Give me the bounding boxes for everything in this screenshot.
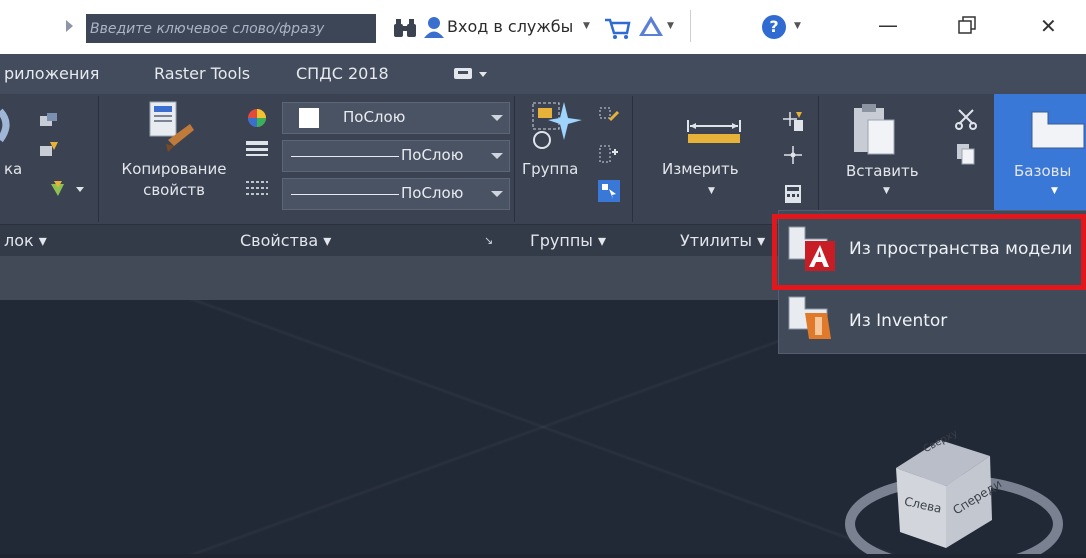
point-icon[interactable] [782,144,804,170]
menu-item-label: Из Inventor [849,311,948,331]
chevron-down-icon[interactable]: ▼ [883,186,890,196]
block-edit-icon[interactable] [38,140,60,164]
copy-props-label-2[interactable]: свойств [114,181,234,199]
ribbon-display-toggle-icon[interactable] [453,66,489,86]
chevron-down-icon: ▼ [1051,186,1058,196]
linetype-icon[interactable] [245,178,269,204]
measure-icon[interactable] [686,114,742,150]
panel-title-groups[interactable]: Группы ▾ [530,231,606,250]
paste-icon[interactable] [852,102,896,160]
a360-dropdown-icon[interactable]: ▼ [667,21,674,31]
lineweight-combo[interactable]: ПоСлою [282,178,510,210]
panel-separator [818,96,819,222]
measure-label[interactable]: Измерить [662,160,739,178]
signin-label[interactable]: Вход в службы [447,17,573,36]
block-create-icon[interactable] [38,110,60,134]
chevron-down-icon [491,153,503,159]
cart-icon[interactable] [603,16,631,44]
copy-props-label-1[interactable]: Копирование [114,160,234,178]
close-button[interactable]: ✕ [1040,14,1057,38]
linetype-combo-value: ПоСлою [401,146,464,164]
tab-raster-tools[interactable]: Raster Tools [154,64,250,83]
chevron-down-icon [491,115,503,121]
cut-icon[interactable] [955,108,977,134]
tab-applications[interactable]: риложения [4,64,99,83]
chevron-down-icon [491,191,503,197]
color-combo-value: ПоСлою [343,108,406,126]
highlight-box [772,214,1086,290]
restore-button[interactable] [958,16,976,38]
group-label[interactable]: Группа [522,160,578,178]
group-edit-icon[interactable] [598,144,620,170]
divider [690,10,691,42]
group-selection-toggle[interactable] [598,180,620,202]
ungroup-icon[interactable] [598,106,620,132]
lineweight-icon[interactable] [245,139,269,165]
minimize-button[interactable]: — [878,13,898,37]
menu-item-from-inventor[interactable]: Из Inventor [779,295,1086,355]
block-attribute-icon[interactable] [48,178,88,204]
panel-separator [514,96,515,222]
paste-label[interactable]: Вставить [846,162,919,180]
color-swatch [299,108,319,128]
panel-title-block[interactable]: лок ▾ [4,231,47,250]
linetype-combo[interactable]: ПоСлою [282,140,510,172]
chevron-down-icon[interactable]: ▼ [708,186,715,196]
a360-icon[interactable] [638,14,664,42]
line-sample [291,156,399,157]
line-sample [291,194,399,195]
search-input[interactable] [90,18,370,40]
signin-dropdown-icon[interactable]: ▼ [583,21,590,31]
search-expand-icon[interactable] [66,20,73,32]
help-dropdown-icon[interactable]: ▼ [794,21,801,31]
panel-separator [632,96,633,222]
tab-spds-2018[interactable]: СПДС 2018 [296,64,389,83]
calculator-icon[interactable] [784,184,802,208]
help-icon[interactable]: ? [762,15,786,39]
lineweight-combo-value: ПоСлою [401,184,464,202]
dialog-launcher-icon[interactable]: ↘ [484,234,493,247]
block-panel-partial-label: ка [4,160,23,178]
color-wheel-icon[interactable] [246,107,268,133]
binoculars-icon[interactable] [392,17,418,43]
base-view-icon [1030,110,1086,154]
block-insert-icon[interactable] [0,106,20,150]
panel-separator [98,96,99,222]
match-properties-icon[interactable] [146,100,198,162]
copy-icon[interactable] [956,143,976,169]
user-icon[interactable] [423,15,445,43]
viewcube[interactable] [830,420,1086,558]
id-point-icon[interactable] [782,110,804,138]
base-view-label: Базовы [1014,162,1072,180]
panel-title-properties[interactable]: Свойства ▾ [240,231,331,250]
inventor-icon [787,295,839,347]
group-icon[interactable] [530,100,584,160]
panel-title-utilities[interactable]: Утилиты ▾ [680,231,765,250]
color-combo[interactable]: ПоСлою [282,102,510,134]
